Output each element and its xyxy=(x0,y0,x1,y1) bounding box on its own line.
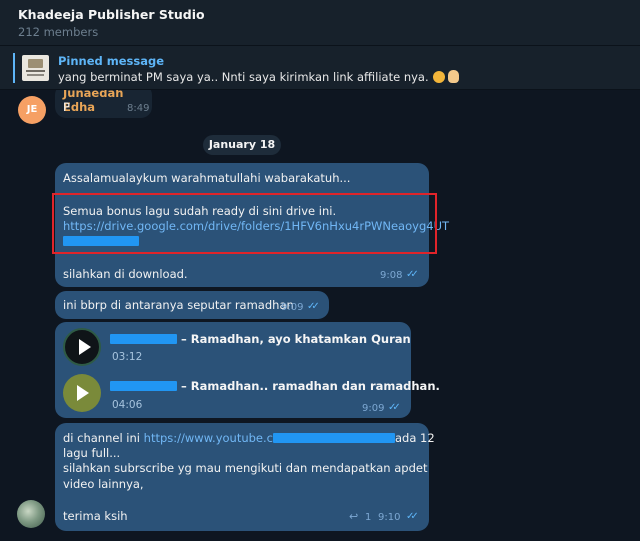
avatar[interactable]: JE xyxy=(18,96,46,124)
message-time: 8:49 xyxy=(127,103,150,114)
message-text: P xyxy=(63,100,70,114)
message-bubble-junaedah[interactable]: Junaedah Edha P 8:49 xyxy=(55,90,152,118)
message-text: terima ksih xyxy=(63,509,128,523)
pinned-label: Pinned message xyxy=(58,54,165,68)
youtube-line: di channel ini https://www.youtube.c ada … xyxy=(63,431,435,445)
bonus-text: Semua bonus lagu sudah ready di sini dri… xyxy=(63,204,337,218)
message-text: lagu full... xyxy=(63,446,121,460)
drive-link[interactable]: https://drive.google.com/drive/folders/1… xyxy=(63,219,449,233)
pinned-text: yang berminat PM saya ya.. Nnti saya kir… xyxy=(58,70,429,84)
download-text: silahkan di download. xyxy=(63,267,188,281)
message-time: 9:10 xyxy=(378,512,401,523)
relieved-face-icon xyxy=(432,71,445,83)
message-bubble-drive-link[interactable]: Assalamualaykum warahmatullahi wabarakat… xyxy=(55,163,449,287)
redacted-artist xyxy=(110,334,177,344)
pinned-thumbnail xyxy=(22,55,49,81)
double-check-icon: ✓✓ xyxy=(406,269,419,280)
date-separator[interactable]: January 18 xyxy=(203,135,281,155)
message-time: 9:09 xyxy=(362,403,385,414)
message-time: 9:09 xyxy=(281,302,304,313)
play-button-track2[interactable] xyxy=(63,374,101,412)
play-icon xyxy=(77,385,89,401)
double-check-icon: ✓✓ xyxy=(307,301,320,312)
chat-header[interactable]: Khadeeja Publisher Studio 212 members xyxy=(0,0,640,46)
reply-arrow-icon[interactable]: ↩ xyxy=(349,510,358,523)
message-time: 9:08 xyxy=(380,270,403,281)
double-check-icon: ✓✓ xyxy=(388,402,401,413)
track1-title: – Ramadhan, ayo khatamkan Quran xyxy=(181,332,411,346)
track2-title-row: – Ramadhan.. ramadhan dan ramadhan. xyxy=(110,379,440,393)
chat-title[interactable]: Khadeeja Publisher Studio xyxy=(18,7,624,23)
double-check-icon: ✓✓ xyxy=(406,511,419,522)
greeting-text: Assalamualaykum warahmatullahi wabarakat… xyxy=(63,171,351,185)
message-bubble-ramadhan[interactable]: ini bbrp di antaranya seputar ramadhan 9… xyxy=(55,291,329,319)
pinned-text-row: yang berminat PM saya ya.. Nnti saya kir… xyxy=(58,70,459,84)
redacted-artist xyxy=(110,381,177,391)
track2-duration: 04:06 xyxy=(112,399,143,411)
youtube-link[interactable]: https://www.youtube.c xyxy=(144,431,273,445)
redacted-link xyxy=(272,433,395,443)
reply-count[interactable]: 1 xyxy=(365,512,371,523)
play-icon xyxy=(79,339,91,355)
message-text: ini bbrp di antaranya seputar ramadhan xyxy=(63,298,294,312)
message-list[interactable]: JE Junaedah Edha P 8:49 January 18 Assal… xyxy=(0,90,640,541)
youtube-suffix: ada 12 xyxy=(394,431,435,445)
redacted-link-tail xyxy=(63,234,139,248)
avatar[interactable] xyxy=(17,500,45,528)
pinned-message-bar[interactable]: Pinned message yang berminat PM saya ya.… xyxy=(0,46,640,90)
message-text: silahkan subrscribe yg mau mengikuti dan… xyxy=(63,461,428,475)
youtube-prefix: di channel ini xyxy=(63,431,144,445)
ok-hand-icon xyxy=(447,70,459,83)
track1-duration: 03:12 xyxy=(112,351,143,363)
member-count: 212 members xyxy=(18,25,99,39)
track1-title-row: – Ramadhan, ayo khatamkan Quran xyxy=(110,332,411,346)
pinned-accent-bar xyxy=(13,53,15,83)
play-button-track1[interactable] xyxy=(63,328,101,366)
track2-title: – Ramadhan.. ramadhan dan ramadhan. xyxy=(181,379,440,393)
message-bubble-audio[interactable]: – Ramadhan, ayo khatamkan Quran 03:12 – … xyxy=(55,322,440,418)
message-bubble-youtube[interactable]: di channel ini https://www.youtube.c ada … xyxy=(55,423,435,531)
message-text: video lainnya, xyxy=(63,477,144,491)
